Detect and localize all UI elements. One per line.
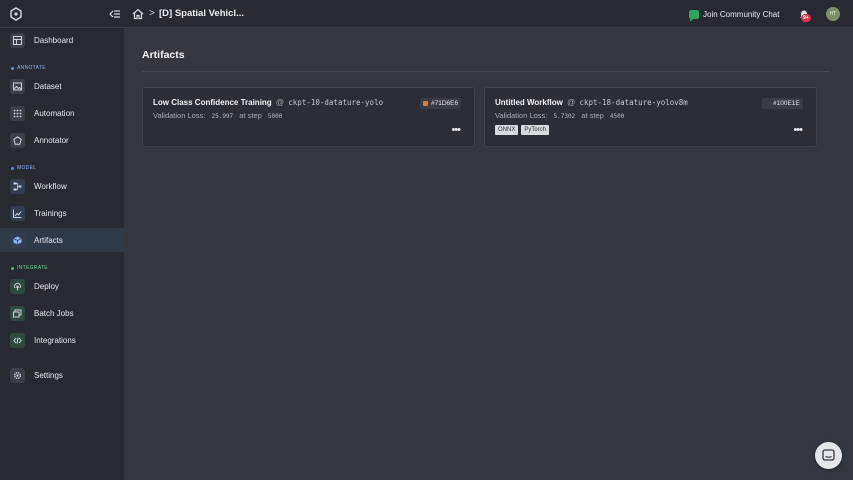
artifact-title: Low Class Confidence Training @ ckpt-10-… bbox=[153, 98, 383, 107]
artifact-metric: Validation Loss: 25.997 at step 5000 bbox=[153, 111, 286, 120]
sidebar-item-dashboard[interactable]: Dashboard bbox=[0, 28, 124, 52]
sidebar-item-label: Artifacts bbox=[34, 235, 63, 245]
code-icon bbox=[10, 332, 25, 348]
section-annotate: ANNOTATE bbox=[11, 65, 46, 71]
at-symbol: @ bbox=[567, 98, 576, 107]
at-symbol: @ bbox=[275, 98, 285, 107]
hash-color-swatch bbox=[765, 101, 770, 106]
section-label: MODEL bbox=[17, 165, 37, 171]
sidebar-item-label: Dataset bbox=[34, 81, 62, 91]
sidebar-item-deploy[interactable]: Deploy bbox=[0, 274, 124, 298]
sidebar-item-artifacts[interactable]: Artifacts bbox=[0, 228, 124, 252]
sidebar-item-label: Workflow bbox=[34, 181, 67, 191]
chat-icon bbox=[689, 9, 699, 22]
sidebar-item-batch-jobs[interactable]: Batch Jobs bbox=[0, 301, 124, 325]
project-title-breadcrumb[interactable]: [D] Spatial Vehicl... bbox=[159, 7, 244, 21]
image-icon bbox=[10, 78, 25, 94]
run-hash-badge: #100E1E bbox=[762, 98, 803, 109]
metric-value: 25.997 bbox=[211, 113, 234, 120]
sidebar-item-label: Deploy bbox=[34, 281, 59, 291]
section-integrate: INTEGRATE bbox=[11, 265, 48, 271]
tag-pytorch: PyTorch bbox=[521, 125, 550, 135]
page-title: Artifacts bbox=[142, 49, 185, 61]
sidebar-item-label: Dashboard bbox=[34, 35, 74, 45]
sidebar-item-trainings[interactable]: Trainings bbox=[0, 201, 124, 225]
sidebar-item-label: Settings bbox=[34, 370, 63, 380]
section-label: ANNOTATE bbox=[17, 65, 46, 71]
workflow-name: Low Class Confidence Training bbox=[153, 98, 272, 107]
upload-icon bbox=[10, 278, 25, 294]
metric-label: Validation Loss: bbox=[495, 111, 548, 120]
checkpoint-name: ckpt-18-datature-yolov8m bbox=[579, 98, 688, 107]
batch-icon bbox=[10, 305, 25, 321]
checkpoint-name: ckpt-10-datature-yolo bbox=[288, 98, 384, 107]
dashboard-icon bbox=[10, 32, 25, 48]
hash-text: #100E1E bbox=[773, 100, 800, 107]
sidebar-item-automation[interactable]: Automation bbox=[0, 101, 124, 125]
sidebar-item-workflow[interactable]: Workflow bbox=[0, 174, 124, 198]
workflow-icon bbox=[10, 178, 25, 194]
sidebar-item-dataset[interactable]: Dataset bbox=[0, 74, 124, 98]
sidebar-item-label: Batch Jobs bbox=[34, 308, 74, 318]
export-tags: ONNX PyTorch bbox=[495, 125, 550, 135]
title-divider bbox=[142, 71, 829, 72]
community-label: Join Community Chat bbox=[703, 9, 780, 19]
grid-icon bbox=[10, 105, 25, 121]
sidebar-item-annotator[interactable]: Annotator bbox=[0, 128, 124, 152]
section-dot bbox=[11, 266, 14, 270]
pen-icon bbox=[10, 132, 25, 148]
sidebar-item-label: Integrations bbox=[34, 335, 76, 345]
artifact-card[interactable]: Untitled Workflow @ ckpt-18-datature-yol… bbox=[484, 87, 817, 147]
section-dot bbox=[11, 166, 14, 170]
sidebar-item-integrations[interactable]: Integrations bbox=[0, 328, 124, 352]
more-options-icon[interactable]: ••• bbox=[451, 125, 461, 136]
artifact-title: Untitled Workflow @ ckpt-18-datature-yol… bbox=[495, 98, 688, 107]
home-icon[interactable] bbox=[131, 7, 145, 21]
section-label: INTEGRATE bbox=[17, 265, 48, 271]
notification-badge: 9+ bbox=[801, 14, 811, 22]
join-community-chat-link[interactable]: Join Community Chat bbox=[689, 7, 780, 22]
section-model: MODEL bbox=[11, 165, 36, 171]
sidebar-item-label: Annotator bbox=[34, 135, 69, 145]
gear-icon bbox=[10, 367, 25, 383]
metric-label: Validation Loss: bbox=[153, 111, 206, 120]
hash-text: #71D6E6 bbox=[431, 100, 459, 107]
workflow-name: Untitled Workflow bbox=[495, 98, 563, 107]
step-label: at step bbox=[581, 111, 604, 120]
breadcrumb-separator: > bbox=[149, 8, 155, 19]
tag-onnx: ONNX bbox=[495, 125, 519, 135]
step-label: at step bbox=[239, 111, 262, 120]
artifact-metric: Validation Loss: 5.7302 at step 4500 bbox=[495, 111, 628, 120]
step-value: 4500 bbox=[609, 113, 625, 120]
top-bar: > [D] Spatial Vehicl... Join Community C… bbox=[0, 0, 853, 28]
user-avatar[interactable]: HT bbox=[826, 7, 840, 21]
hash-color-swatch bbox=[423, 101, 428, 106]
chart-icon bbox=[10, 205, 25, 221]
collapse-sidebar-icon[interactable] bbox=[108, 7, 122, 21]
datature-logo-icon[interactable] bbox=[9, 7, 23, 21]
sidebar: Dashboard ANNOTATE Dataset Automation An… bbox=[0, 28, 124, 480]
cube-icon bbox=[10, 232, 25, 248]
chat-bubble-icon bbox=[822, 449, 835, 461]
run-hash-badge: #71D6E6 bbox=[420, 98, 462, 109]
sidebar-item-settings[interactable]: Settings bbox=[0, 363, 124, 387]
section-dot bbox=[11, 66, 14, 70]
main-content: Artifacts Low Class Confidence Training … bbox=[124, 28, 853, 480]
sidebar-item-label: Automation bbox=[34, 108, 75, 118]
sidebar-item-label: Trainings bbox=[34, 208, 67, 218]
artifact-card[interactable]: Low Class Confidence Training @ ckpt-10-… bbox=[142, 87, 475, 147]
step-value: 5000 bbox=[267, 113, 283, 120]
metric-value: 5.7302 bbox=[553, 113, 576, 120]
support-chat-button[interactable] bbox=[815, 442, 842, 469]
more-options-icon[interactable]: ••• bbox=[793, 125, 803, 136]
